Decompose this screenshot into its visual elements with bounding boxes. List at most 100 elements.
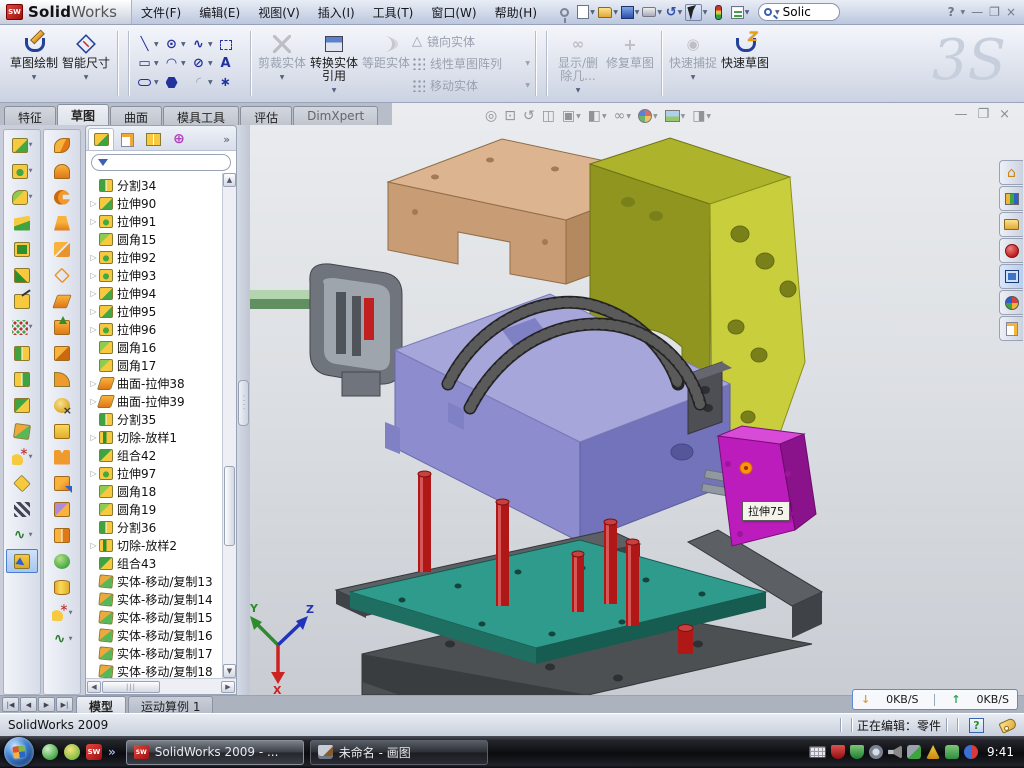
solidworks-resources-tab[interactable]: [999, 238, 1023, 263]
knit-surface-button[interactable]: [46, 341, 78, 365]
feature-tree-item[interactable]: ▷切除-放样1: [88, 428, 236, 446]
ribbon-item-移动实体[interactable]: 移动实体▼: [412, 76, 530, 95]
dropdown-trim[interactable]: ▼: [280, 71, 285, 84]
expand-arrow[interactable]: ▷: [88, 271, 99, 280]
custom-properties-tab[interactable]: [999, 316, 1023, 341]
expand-arrow[interactable]: ▷: [88, 289, 99, 298]
file-explorer-tab[interactable]: [999, 212, 1023, 237]
menu-e[interactable]: 编辑(E): [190, 1, 249, 24]
instant3d-button[interactable]: [6, 549, 38, 573]
feature-tree-item[interactable]: 分割34: [88, 176, 236, 194]
section-view-button[interactable]: ◫: [540, 107, 557, 125]
tree-horizontal-scrollbar[interactable]: ◀ ||| ▶: [86, 678, 236, 694]
save-button[interactable]: ▼: [620, 3, 640, 22]
graphics-viewport[interactable]: Y Z X ◎⊡↺◫▣▼◧▼∞▼▼▼◨▼ — ❐ × ⌂ 拉伸75: [250, 103, 1024, 695]
zoom-fit-button[interactable]: ◎: [483, 107, 499, 125]
ellipse-dropdown[interactable]: ▼: [208, 60, 216, 67]
expand-arrow[interactable]: ▷: [88, 253, 99, 262]
security-shield-icon[interactable]: [831, 745, 845, 759]
filled-surface-button[interactable]: [46, 237, 78, 261]
tab-DimXpert[interactable]: DimXpert: [293, 106, 378, 125]
reference-point-button[interactable]: ▼: [46, 601, 78, 625]
tab-特征[interactable]: 特征: [4, 106, 56, 125]
scroll-right-arrow[interactable]: ▶: [221, 681, 235, 693]
rectangle-icon[interactable]: ▭: [136, 56, 153, 72]
more-tabs-chevron[interactable]: »: [223, 133, 234, 150]
quick-launch-chevron[interactable]: »: [108, 745, 116, 759]
extrude-boss-button[interactable]: ▼: [6, 133, 38, 157]
draft-button[interactable]: [6, 263, 38, 287]
ribbon-button-convert[interactable]: 转换实体引用▼: [308, 27, 360, 100]
view-settings-dropdown[interactable]: ▼: [706, 113, 711, 120]
feature-tree-item[interactable]: 分割35: [88, 410, 236, 428]
menu-h[interactable]: 帮助(H): [486, 1, 546, 24]
slot-icon[interactable]: [136, 75, 153, 91]
split-left-button[interactable]: [6, 341, 38, 365]
thicken-button[interactable]: [46, 575, 78, 599]
search-scope-dropdown[interactable]: ▼: [775, 9, 780, 16]
extend-surface-button[interactable]: [46, 315, 78, 339]
combine-button[interactable]: [6, 393, 38, 417]
taskbar-button-sw[interactable]: SWSolidWorks 2009 - ...: [126, 740, 304, 765]
doc-tab-模型[interactable]: 模型: [76, 696, 126, 713]
quick-tips-icon[interactable]: ?: [969, 718, 984, 733]
dropdown-sketch[interactable]: ▼: [32, 71, 37, 84]
feature-tree-item[interactable]: ▷切除-放样2: [88, 536, 236, 554]
ellipse-icon[interactable]: ⊘: [190, 56, 207, 72]
new-document-button[interactable]: ▼: [576, 3, 596, 22]
home-tab[interactable]: ⌂: [999, 160, 1023, 185]
menu-f[interactable]: 文件(F): [132, 1, 190, 24]
print-button[interactable]: ▼: [642, 3, 662, 22]
pin-icon[interactable]: [554, 3, 574, 22]
warning-icon[interactable]: [926, 745, 940, 759]
open-button[interactable]: ▼: [598, 3, 618, 22]
doc-close-button[interactable]: ×: [999, 107, 1010, 122]
feature-tree-item[interactable]: ▷曲面-拉伸38: [88, 374, 236, 392]
apply-scene-button[interactable]: ▼: [663, 109, 688, 123]
help-button[interactable]: ?: [948, 5, 955, 19]
restore-button[interactable]: ❐: [989, 5, 1000, 19]
menu-w[interactable]: 窗口(W): [422, 1, 485, 24]
feature-tree-item[interactable]: 组合43: [88, 554, 236, 572]
curve-tool-dropdown[interactable]: ▼: [69, 636, 73, 642]
splitter-handle[interactable]: ····: [238, 380, 249, 426]
dropdown-snaps[interactable]: ▼: [691, 71, 696, 84]
move-copy-body-button[interactable]: [6, 419, 38, 443]
undo-button[interactable]: ↺▼: [664, 3, 684, 22]
start-button[interactable]: [4, 737, 34, 767]
axis-button[interactable]: [6, 497, 38, 521]
horizontal-scroll-thumb[interactable]: |||: [102, 681, 160, 693]
feature-tree-item[interactable]: ▷拉伸91: [88, 212, 236, 230]
doc-restore-button[interactable]: ❐: [977, 107, 989, 122]
volume-icon[interactable]: [888, 745, 902, 759]
dropdown-convert[interactable]: ▼: [332, 84, 337, 97]
split-button[interactable]: [6, 367, 38, 391]
ribbon-button-snaps[interactable]: ◉快速捕捉▼: [667, 27, 719, 100]
zoom-area-button[interactable]: ⊡: [502, 107, 518, 125]
pattern-button[interactable]: ▼: [6, 315, 38, 339]
menu-v[interactable]: 视图(V): [249, 1, 309, 24]
feature-tree-item[interactable]: ▷拉伸97: [88, 464, 236, 482]
performance-lights-icon[interactable]: [708, 3, 728, 22]
boundary-surface-button[interactable]: [46, 211, 78, 235]
feature-tree-item[interactable]: 圆角15: [88, 230, 236, 248]
reference-point-dropdown[interactable]: ▼: [69, 610, 73, 616]
ribbon-button-dim[interactable]: 智能尺寸▼: [60, 27, 112, 100]
update-icon[interactable]: [869, 745, 883, 759]
display-style-dropdown[interactable]: ▼: [602, 113, 607, 120]
previous-view-button[interactable]: ↺: [521, 107, 537, 125]
view-settings-button[interactable]: ◨▼: [690, 107, 713, 125]
feature-tree-item[interactable]: ▷拉伸95: [88, 302, 236, 320]
fillet-button[interactable]: ▼: [6, 185, 38, 209]
feature-tree-item[interactable]: 实体-移动/复制18: [88, 662, 236, 678]
tab-feature-manager[interactable]: [88, 128, 114, 150]
taskbar-button-paint[interactable]: 未命名 - 画图: [310, 740, 488, 765]
expand-arrow[interactable]: ▷: [88, 541, 99, 550]
tab-曲面[interactable]: 曲面: [110, 106, 162, 125]
ribbon-item-镜向实体[interactable]: △镜向实体: [412, 32, 530, 51]
point-feature-dropdown[interactable]: ▼: [29, 454, 33, 460]
feature-tree-item[interactable]: ▷拉伸94: [88, 284, 236, 302]
help-dropdown[interactable]: ▼: [961, 9, 966, 16]
feature-tree-item[interactable]: 圆角19: [88, 500, 236, 518]
point-feature-button[interactable]: ▼: [6, 445, 38, 469]
